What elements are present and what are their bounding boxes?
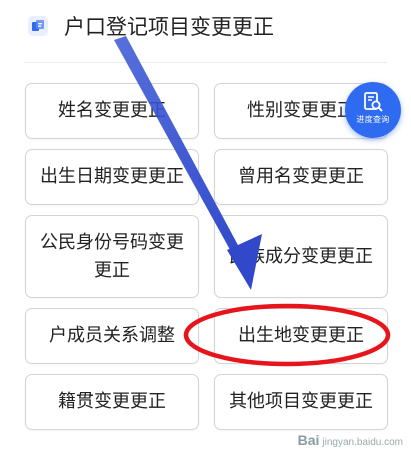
household-relationship-button[interactable]: 户成员关系调整 — [25, 308, 199, 364]
button-label: 出生地变更更正 — [238, 325, 364, 346]
page-title: 户口登记项目变更更正 — [64, 15, 274, 39]
button-label: 户成员关系调整 — [49, 325, 175, 346]
document-edit-icon — [28, 16, 48, 36]
button-label: 性别变更更正 — [247, 100, 355, 121]
button-label: 籍贯变更更正 — [58, 391, 166, 412]
name-change-button[interactable]: 姓名变更更正 — [25, 83, 199, 139]
button-label: 曾用名变更更正 — [238, 166, 364, 187]
former-name-change-button[interactable]: 曾用名变更更正 — [214, 149, 388, 205]
button-label: 公民身份号码变更更正 — [40, 231, 184, 281]
birthplace-change-button[interactable]: 出生地变更更正 — [214, 308, 388, 364]
header-divider — [24, 62, 387, 63]
button-label: 民族成分变更更正 — [229, 245, 373, 267]
birthdate-change-button[interactable]: 出生日期变更更正 — [25, 149, 199, 205]
watermark: Bai jingyan.baidu.com — [298, 432, 403, 448]
page-header: 户口登记项目变更更正 — [0, 0, 411, 62]
button-label: 姓名变更更正 — [58, 100, 166, 121]
watermark-logo: Bai — [297, 432, 320, 448]
other-items-change-button[interactable]: 其他项目变更更正 — [214, 374, 388, 430]
ethnicity-change-button[interactable]: 民族成分变更更正 — [214, 215, 388, 298]
id-number-change-button[interactable]: 公民身份号码变更更正 — [25, 215, 199, 298]
search-document-icon — [364, 92, 383, 112]
button-label: 其他项目变更更正 — [229, 391, 373, 412]
progress-query-label: 进度查询 — [356, 115, 390, 124]
native-place-change-button[interactable]: 籍贯变更更正 — [25, 374, 199, 430]
button-label: 出生日期变更更正 — [40, 166, 184, 187]
progress-query-button[interactable]: 进度查询 — [345, 82, 401, 138]
watermark-text: jingyan.baidu.com — [322, 437, 403, 448]
